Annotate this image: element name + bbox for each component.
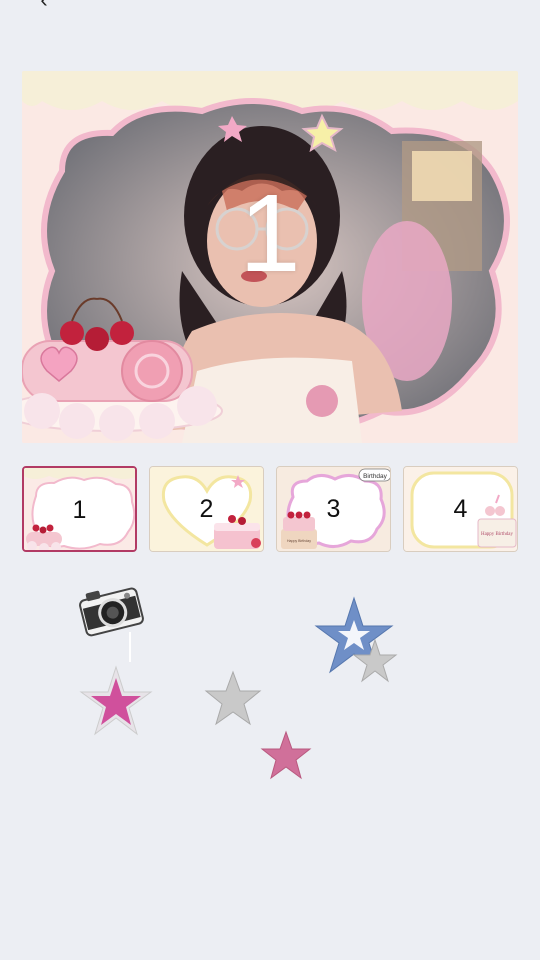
frame-number-3: 3 [326, 495, 341, 523]
photo-preview: 1 [22, 71, 518, 443]
frame-option-2[interactable]: 2 [149, 466, 264, 552]
silver-star-sticker-center[interactable] [204, 670, 262, 733]
pink-star-sticker-small[interactable] [260, 730, 312, 787]
chevron-left-icon: ‹ [40, 0, 47, 13]
camera-icon [79, 587, 144, 662]
frame-number-4: 4 [453, 495, 468, 523]
preview-frame-number: 1 [239, 172, 301, 295]
frame-selector: 1 2 Birthday Happy Birthday 3 Happy Birt… [22, 466, 518, 552]
silver-star-sticker-right[interactable] [352, 638, 398, 689]
star-icon [260, 730, 312, 780]
back-button[interactable]: ‹ [30, 0, 58, 14]
frame-number-1: 1 [72, 496, 87, 524]
pink-star-sticker-large[interactable] [78, 664, 154, 745]
sticker-area [0, 560, 540, 800]
birthday-bubble-text: Birthday [363, 473, 388, 480]
frame-option-1[interactable]: 1 [22, 466, 137, 552]
frame-option-3[interactable]: Birthday Happy Birthday 3 [276, 466, 391, 552]
star-icon [204, 670, 262, 726]
frame-3-cake-label: Happy Birthday [287, 539, 311, 543]
frame-4-cake-label: Happy Birthday [481, 532, 514, 537]
star-icon [352, 638, 398, 683]
camera-sticker[interactable] [78, 582, 144, 667]
frame-number-2: 2 [199, 495, 214, 523]
frame-option-4[interactable]: Happy Birthday 4 [403, 466, 518, 552]
star-icon [79, 665, 153, 736]
